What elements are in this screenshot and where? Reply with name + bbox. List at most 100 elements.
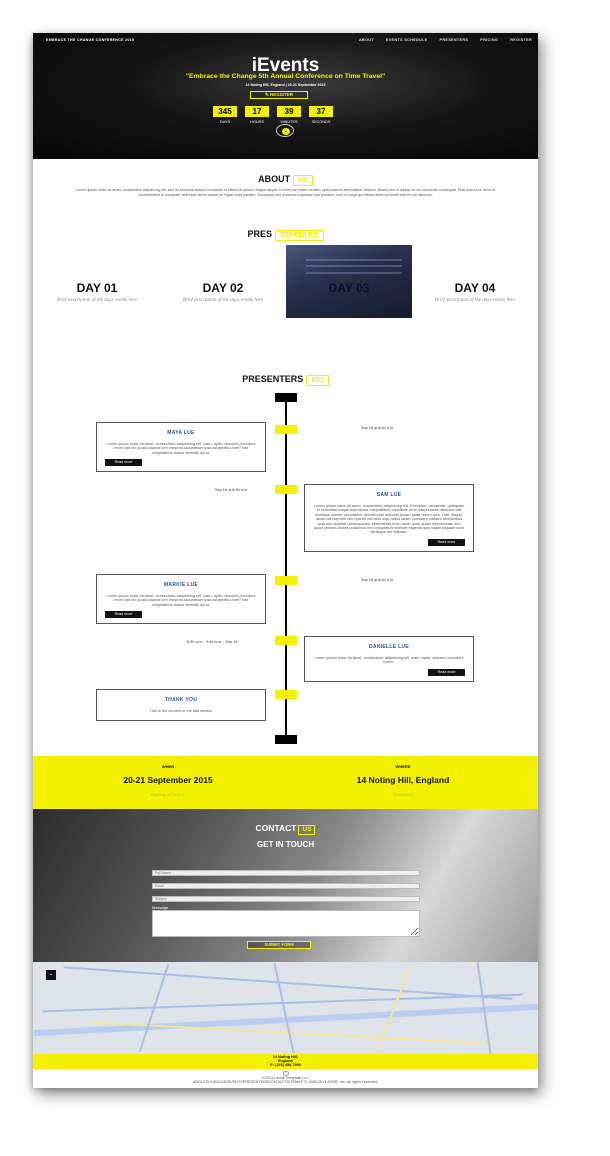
timeline-date: Sep 18 at 8:30 a.m. (361, 578, 395, 582)
day-title: DAY 01 (76, 281, 118, 295)
timeline-date: Sep 18 at 8:30 a.m. (215, 488, 249, 492)
message-textarea[interactable] (152, 910, 420, 937)
countdown-label: HOURS (250, 120, 264, 124)
map-control-button[interactable]: ▪ (46, 970, 56, 980)
presenter-name: DANIELLE LUE (369, 644, 409, 650)
schedule-title: PRES (247, 229, 272, 239)
presenter-card: SAM LUE Lorem ipsum dolor sit amet, cons… (304, 484, 474, 552)
address-bar: 14 Noting Hill, England P: (123) 456-789… (33, 1054, 538, 1069)
where-label: WHERE (395, 764, 411, 769)
day-card-hover-image[interactable]: DAY 03 (286, 245, 412, 318)
contact-heading: CONTACT US (33, 823, 538, 835)
get-in-touch-heading: GET IN TOUCH (256, 840, 315, 849)
countdown-hours: 17 HOURS (245, 106, 269, 124)
timeline-node (275, 425, 297, 434)
register-label: REGISTER (270, 92, 294, 97)
presenter-card: MAYA LUE Lorem ipsum dolor sit amet, con… (96, 422, 266, 473)
schedule-heading: PRES SCHEDULE (33, 229, 538, 241)
hero-tagline: "Embrace the Change 5th Annual Conferenc… (185, 73, 386, 80)
where-column: WHERE 14 Noting Hill, England Directions (303, 764, 503, 797)
register-button[interactable]: ✎ REGISTER (250, 91, 308, 99)
presenter-name: MAYA LUE (167, 430, 195, 436)
thank-you-card: THANK YOU This is the content of the las… (96, 689, 266, 721)
nav-pricing[interactable]: PRICING (480, 38, 498, 42)
hero-subtitle: 14 Noting Hill, England | 20-21 Septembe… (245, 83, 326, 87)
footer-links[interactable]: ABOUTSCHEDULE/EVENTSPRESENTERSCONTACTSIT… (33, 1080, 538, 1084)
nav-presenters[interactable]: PRESENTERS (440, 38, 469, 42)
submit-form-button[interactable]: SUBMIT FORM (247, 941, 311, 949)
read-more-button[interactable]: Read more (105, 611, 142, 619)
map[interactable]: ▪ (33, 962, 538, 1054)
timeline-date: 8:30 a.m. - 9:45 a.m. - Sep 18 (187, 640, 238, 644)
day-desc: Brief description of the days events her… (56, 298, 138, 303)
email-field[interactable] (152, 883, 420, 889)
timeline-line (285, 398, 287, 740)
day-title: DAY 02 (202, 281, 244, 295)
countdown-minutes: 39 MINUTES (277, 106, 301, 124)
presenter-bio: Lorem ipsum dolor sit amet, consectetur … (106, 593, 256, 607)
countdown-value: 345 (213, 106, 237, 117)
countdown-days: 345 DAYS (213, 106, 237, 124)
read-more-button[interactable]: Read more (428, 538, 465, 546)
countdown-seconds: 37 SECONDS (309, 106, 333, 124)
about-heading: ABOUT US (33, 174, 538, 186)
full-name-field[interactable] (152, 870, 420, 876)
day-title: DAY 03 (328, 281, 370, 295)
read-more-button[interactable]: Read more (428, 668, 465, 676)
day-title: DAY 04 (454, 281, 496, 295)
timeline-end-cap (275, 735, 297, 744)
presenter-bio: Lorem ipsum dolor sit amet, consectetur … (106, 441, 256, 455)
countdown-label: SECONDS (311, 120, 331, 124)
directions-link[interactable]: Directions (303, 792, 503, 797)
schedule-days: DAY 01 Brief description of the days eve… (33, 245, 538, 320)
where-value: 14 Noting Hill, England (356, 775, 450, 785)
page: EMBRACE THE CHANGE CONFERENCE 2015 ABOUT… (33, 33, 538, 1088)
read-more-button[interactable]: Read more (105, 459, 142, 467)
subject-field[interactable] (152, 896, 420, 902)
countdown: 345 DAYS 17 HOURS 39 MINUTES 37 SECONDS (213, 106, 333, 124)
countdown-value: 39 (277, 106, 301, 117)
presenter-bio: Lorem ipsum dolor sit amet, consectetur … (314, 655, 464, 665)
countdown-label: MINUTES (280, 120, 298, 124)
rail-line (306, 265, 402, 267)
rail-line (306, 259, 402, 261)
chevron-down-icon: ⌄ (282, 128, 290, 135)
nav-events-schedule[interactable]: EVENTS SCHEDULE (386, 38, 428, 42)
presenter-card: MARKIE LUE Lorem ipsum dolor sit amet, c… (96, 574, 266, 625)
timeline-node (275, 576, 297, 585)
timeline-start-cap (275, 393, 297, 402)
hero-section: EMBRACE THE CHANGE CONFERENCE 2015 ABOUT… (33, 33, 538, 159)
when-column: WHEN 20-21 September 2015 Starting at 10… (68, 764, 268, 797)
about-title: ABOUT (258, 174, 291, 184)
countdown-label: DAYS (219, 120, 231, 124)
footer: ⌃ ©2014 Landit Template LLC ABOUTSCHEDUL… (33, 1069, 538, 1088)
map-road (273, 962, 295, 1054)
timeline-date: Sep 18 at 8:30 a.m. (361, 426, 395, 430)
timeline-node (275, 485, 297, 494)
day-card[interactable]: DAY 04 Brief description of the days eve… (425, 281, 525, 304)
when-label: WHEN (161, 764, 175, 769)
contact-title: CONTACT (255, 823, 297, 833)
event-info-bar: WHEN 20-21 September 2015 Starting at 10… (33, 756, 538, 809)
phone-line: P: (123) 456-7890 (270, 1063, 301, 1068)
presenters-heading: PRESENTERS BIO (33, 374, 538, 386)
rail-line (306, 272, 402, 274)
brand-logo[interactable]: EMBRACE THE CHANGE CONFERENCE 2015 (46, 38, 134, 42)
day-card[interactable]: DAY 01 Brief description of the days eve… (47, 281, 147, 304)
schedule-title-boxed: SCHEDULE (275, 230, 324, 241)
map-road (63, 966, 513, 1000)
countdown-value: 37 (309, 106, 333, 117)
thank-you-text: This is the content of the last section (149, 708, 213, 713)
nav-about[interactable]: ABOUT (359, 38, 374, 42)
about-text: Lorem ipsum dolor sit amet, consectetur … (76, 188, 495, 197)
countdown-value: 17 (245, 106, 269, 117)
contact-section: CONTACTUS GET IN TOUCH Message SUBMIT FO… (33, 809, 538, 962)
when-sub: Starting at 10 a.m. (150, 792, 186, 797)
thank-you-title: THANK YOU (164, 697, 198, 703)
scroll-down-button[interactable]: ⌄ (276, 124, 294, 137)
contact-title-boxed: US (298, 825, 316, 835)
nav-links: ABOUT EVENTS SCHEDULE PRESENTERS PRICING… (359, 38, 532, 42)
timeline-node (275, 690, 297, 699)
nav-register[interactable]: REGISTER (510, 38, 532, 42)
day-card[interactable]: DAY 02 Brief description of the days eve… (173, 281, 273, 304)
